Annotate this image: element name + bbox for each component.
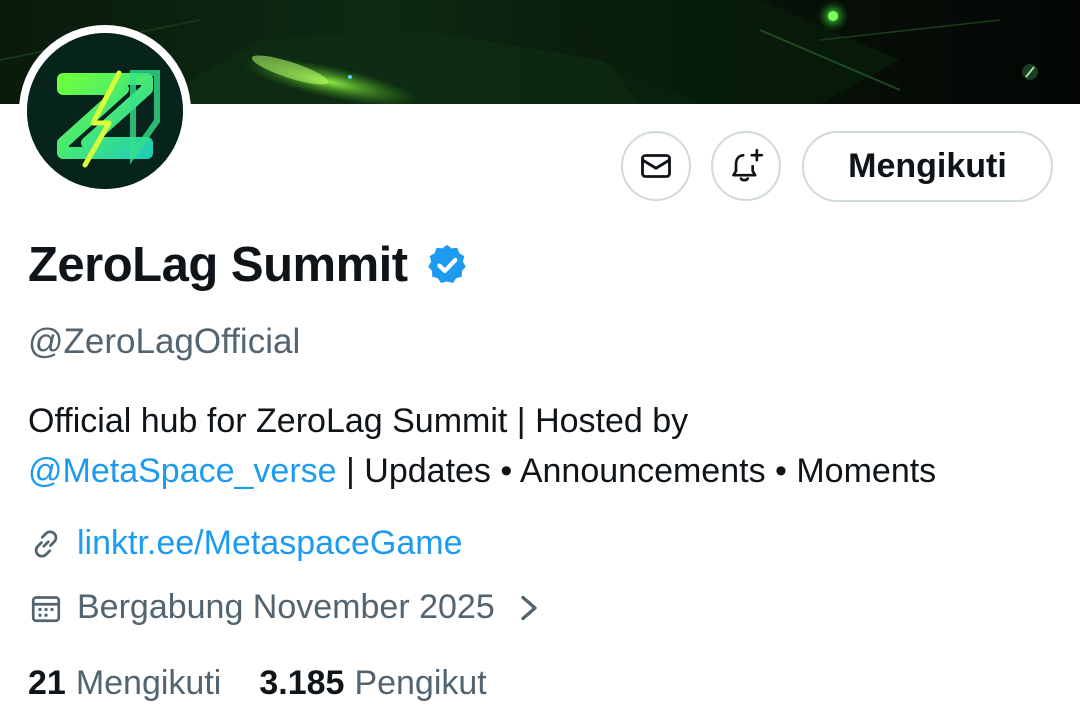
message-button[interactable] bbox=[621, 131, 691, 201]
avatar-frame[interactable] bbox=[19, 25, 191, 197]
followers-count: 3.185 bbox=[259, 664, 345, 702]
following-stat[interactable]: 21 Mengikuti bbox=[28, 664, 221, 703]
followers-label: Pengikut bbox=[354, 664, 487, 702]
verified-badge-icon[interactable] bbox=[424, 242, 470, 288]
profile-handle: @ZeroLagOfficial bbox=[28, 322, 301, 361]
website-link[interactable]: linktr.ee/MetaspaceGame bbox=[77, 524, 463, 563]
profile-bio: Official hub for ZeroLag Summit | Hosted… bbox=[28, 396, 1068, 496]
display-name: ZeroLag Summit bbox=[28, 238, 408, 292]
bell-plus-icon bbox=[732, 148, 764, 182]
zerolag-logo-icon bbox=[27, 33, 183, 189]
following-label: Mengikuti bbox=[75, 664, 222, 702]
bio-line-2: @MetaSpace_verse | Updates • Announcemen… bbox=[28, 446, 1068, 496]
joined-date: Bergabung November 2025 bbox=[77, 588, 495, 626]
bio-line-2-text: | Updates • Announcements • Moments bbox=[336, 452, 937, 490]
following-button[interactable]: Mengikuti bbox=[802, 131, 1053, 202]
bio-mention-link[interactable]: @MetaSpace_verse bbox=[28, 452, 337, 490]
profile-website-row: linktr.ee/MetaspaceGame bbox=[28, 524, 463, 563]
following-button-label: Mengikuti bbox=[848, 147, 1007, 185]
envelope-icon bbox=[641, 154, 671, 178]
avatar[interactable] bbox=[27, 33, 183, 189]
notification-button[interactable] bbox=[711, 131, 781, 201]
bio-line-1: Official hub for ZeroLag Summit | Hosted… bbox=[28, 402, 689, 440]
profile-name-row: ZeroLag Summit bbox=[28, 234, 470, 296]
followers-stat[interactable]: 3.185 Pengikut bbox=[259, 664, 486, 703]
following-count: 21 bbox=[28, 664, 66, 702]
chevron-right-icon[interactable] bbox=[517, 593, 541, 623]
profile-stats: 21 Mengikuti 3.185 Pengikut bbox=[28, 664, 487, 703]
profile-joined-row: Bergabung November 2025 bbox=[28, 588, 541, 627]
link-icon bbox=[34, 529, 58, 558]
calendar-icon bbox=[31, 595, 61, 622]
profile-page: Mengikuti ZeroLag Summit @ZeroLagOfficia… bbox=[0, 0, 1080, 713]
